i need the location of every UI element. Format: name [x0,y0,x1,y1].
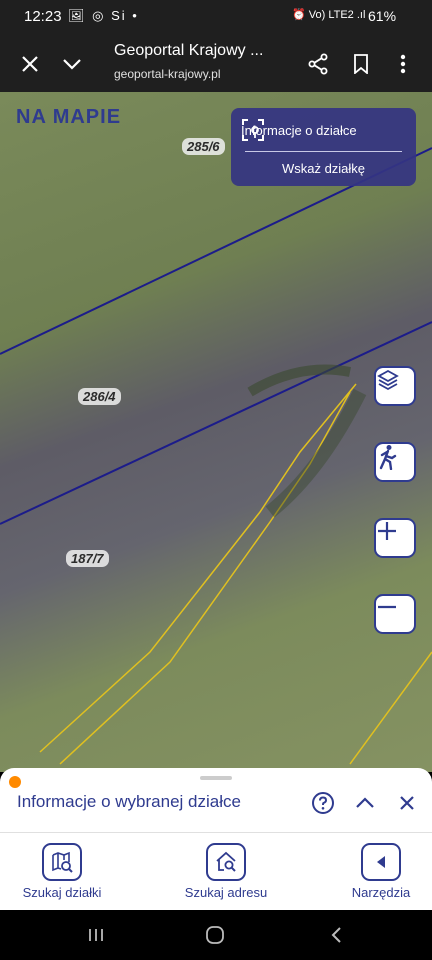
expand-button[interactable] [352,790,378,816]
divider [245,151,402,152]
layers-button[interactable] [374,366,416,406]
tab-tools[interactable]: Narzędzia [340,843,422,900]
parcel-boundary [0,321,432,525]
close-icon[interactable] [16,50,44,78]
zoom-out-button[interactable] [374,594,416,634]
point-parcel-button[interactable]: Wskaż działkę [231,161,416,176]
walking-person-icon [379,445,397,470]
system-nav-bar [0,910,432,960]
parcel-boundary [59,391,351,765]
map-overlay [0,147,432,765]
tools-icon [361,843,401,881]
help-button[interactable] [310,790,336,816]
tree-line [265,388,367,518]
tab-label: Szukaj adresu [184,885,268,900]
more-options-icon[interactable] [389,50,417,78]
tab-search-address[interactable]: Szukaj adresu [176,843,276,900]
share-icon[interactable] [304,50,332,78]
status-indicator [9,776,21,788]
sheet-title: Informacje o wybranej działce [17,792,241,811]
recent-apps-icon[interactable] [82,924,110,946]
street-view-button[interactable] [374,442,416,482]
app-logo: NA MAPIE [16,106,122,128]
chevron-down-icon[interactable] [58,50,86,78]
parcel-label[interactable]: 286/4 [78,388,121,405]
close-sheet-button[interactable] [394,790,420,816]
close-icon [400,796,414,810]
tab-label: Szukaj działki [22,885,102,900]
back-icon[interactable] [322,924,350,946]
select-area-icon [242,119,264,141]
battery-level: 61% [368,8,397,24]
notification-icons: 🖼 ◎ Si • [68,8,139,23]
page-url: geoportal-krajowy.pl [114,67,221,81]
browser-toolbar: Geoportal Krajowy ... geoportal-krajowy.… [0,34,432,92]
zoom-in-button[interactable] [374,518,416,558]
home-icon[interactable] [201,924,229,946]
chevron-up-icon [356,797,374,808]
search-address-icon [206,843,246,881]
parcel-info-sheet: Informacje o wybranej działce [0,768,432,832]
parcel-info-button[interactable]: Informacje o działce [241,118,357,142]
signal-icons: ⏰ Vo) LTE2 .ıl [292,9,366,21]
drag-handle[interactable] [200,776,232,780]
minus-icon [378,605,396,609]
tree-line [247,364,351,397]
parcel-boundary [349,651,432,765]
tab-search-parcel[interactable]: Szukaj działki [14,843,110,900]
bookmark-icon[interactable] [347,50,375,78]
status-time: 12:23 [24,8,62,25]
parcel-info-panel: Informacje o działce Wskaż działkę [231,108,416,186]
tab-label: Narzędzia [351,885,411,900]
status-bar: 12:23 🖼 ◎ Si • ⏰ Vo) LTE2 .ıl 61% [0,0,432,34]
plus-icon [378,522,396,540]
map-view[interactable]: NA MAPIE 285/6 286/4 187/7 Informacje o … [0,92,432,772]
bottom-tab-bar: Szukaj działki Szukaj adresu Narzędzia [0,832,432,910]
parcel-label[interactable]: 187/7 [66,550,109,567]
search-parcel-icon [42,843,82,881]
layers-icon [377,369,399,391]
parcel-boundary [39,383,357,753]
page-title: Geoportal Krajowy ... [114,42,264,59]
parcel-label[interactable]: 285/6 [182,138,225,155]
help-icon [312,792,334,814]
